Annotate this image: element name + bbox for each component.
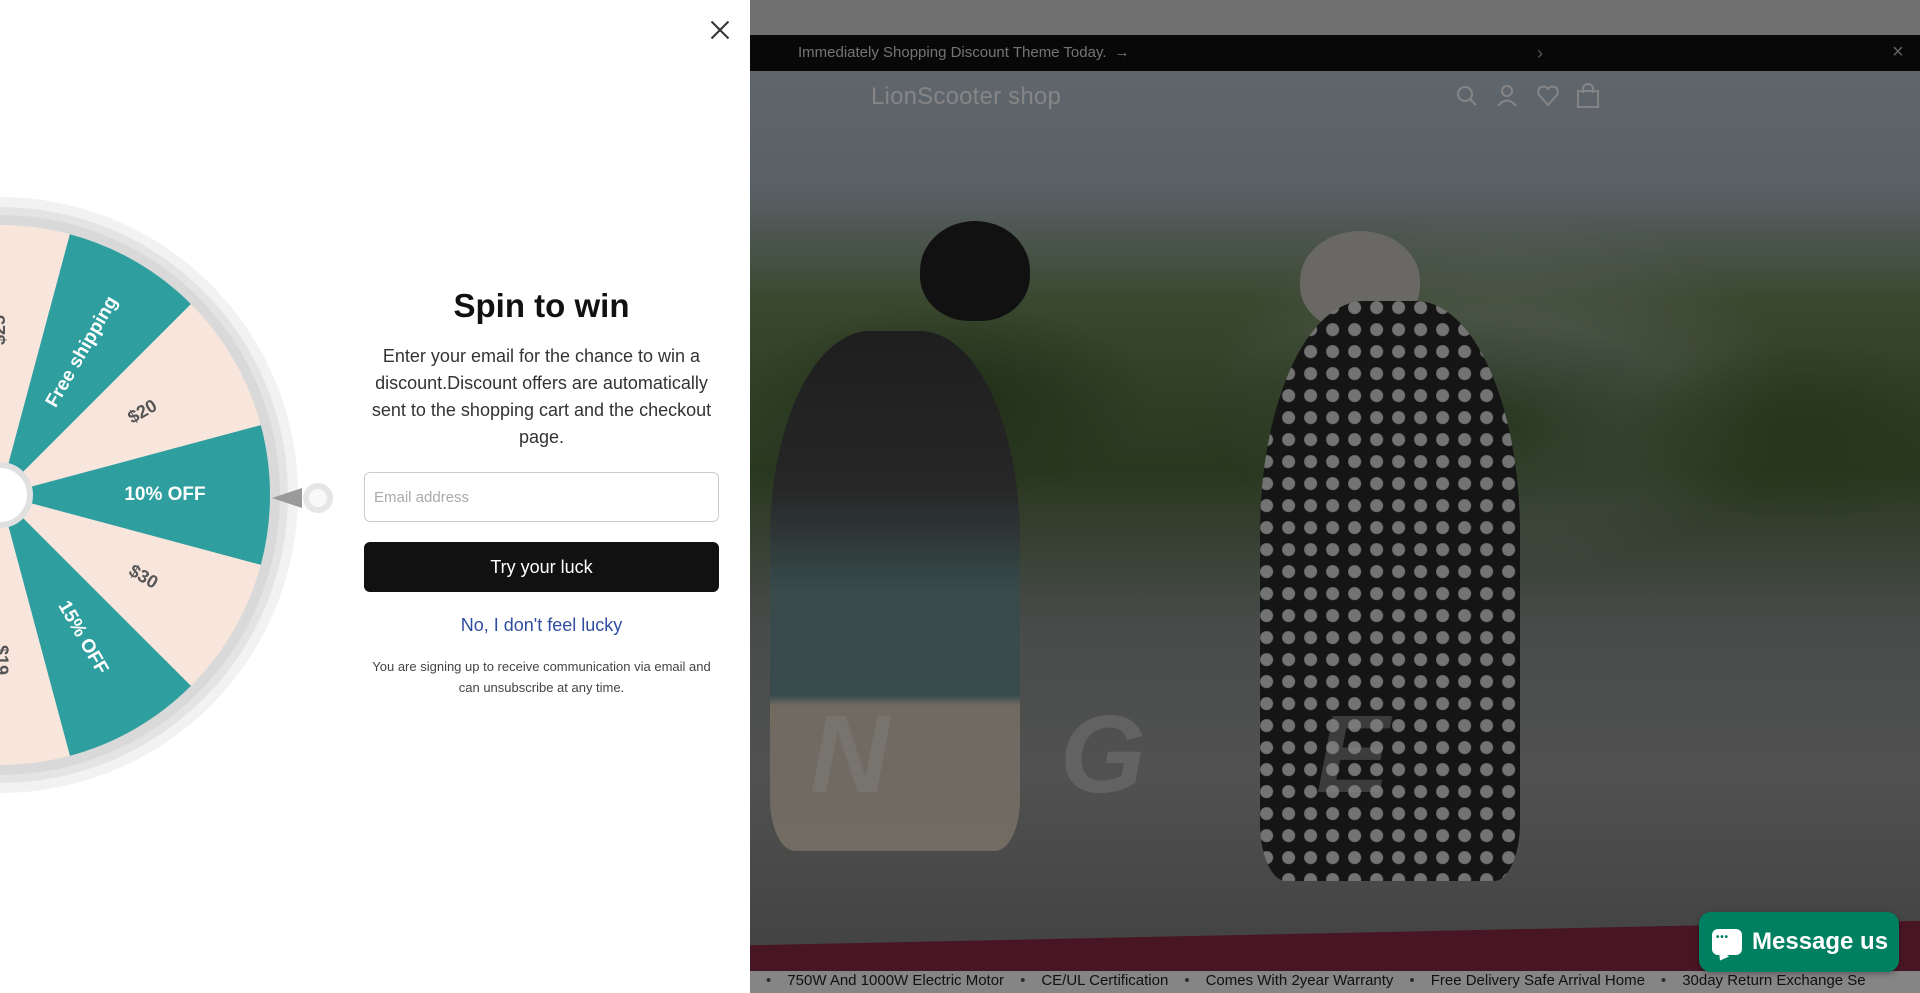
message-us-button[interactable]: Message us [1699,912,1899,972]
email-field[interactable] [364,472,719,522]
wheel-segment-label: $19 [0,645,11,675]
chat-bubble-icon [1712,929,1742,955]
spin-to-win-popup: $25 Free shipping $20 10% OFF $30 15% OFF $19 … [0,0,750,993]
wheel-pointer-icon [272,483,333,513]
prize-wheel-graphic: $25 Free shipping$2010% OFF$3015% OFF$19 [0,197,298,793]
wheel-segment-label: $25 [0,315,9,345]
try-your-luck-button[interactable]: Try your luck [364,542,719,592]
wheel-segment-label: 10% OFF [124,484,205,505]
popup-description: Enter your email for the chance to win a… [371,346,712,447]
legal-text: You are signing up to receive communicat… [372,659,711,695]
popup-title: Spin to win [453,287,630,324]
close-icon[interactable] [707,17,733,43]
prize-wheel: $25 Free shipping $20 10% OFF $30 15% OFF $19 [0,195,300,795]
decline-link[interactable]: No, I don't feel lucky [364,615,719,636]
signup-form: Spin to win Enter your email for the cha… [364,280,719,698]
message-us-label: Message us [1752,928,1889,955]
